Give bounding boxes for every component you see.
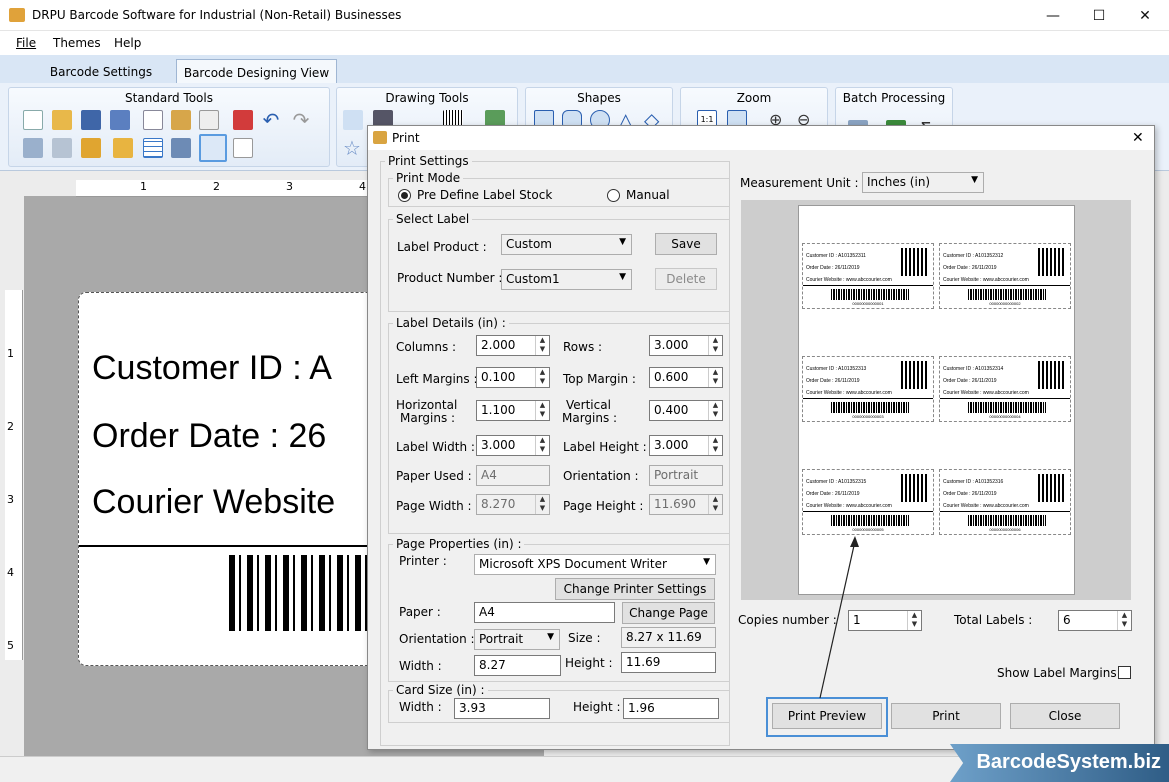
title-bar: DRPU Barcode Software for Industrial (No… bbox=[0, 0, 1169, 31]
label-text-customer-id[interactable]: Customer ID : A bbox=[92, 349, 332, 388]
menu-help[interactable]: Help bbox=[114, 36, 141, 50]
group-title: Zoom bbox=[736, 91, 772, 105]
star-tool-icon[interactable]: ☆ bbox=[343, 138, 363, 158]
ruler-mark: 2 bbox=[7, 420, 14, 433]
cut-icon[interactable] bbox=[199, 110, 219, 130]
ruler-mark: 1 bbox=[140, 180, 147, 193]
close-window-button[interactable]: ✕ bbox=[1122, 0, 1168, 31]
ruler-mark: 3 bbox=[286, 180, 293, 193]
ruler-mark: 2 bbox=[213, 180, 220, 193]
maximize-button[interactable]: ☐ bbox=[1076, 0, 1122, 31]
print-icon[interactable] bbox=[199, 134, 227, 162]
standard-tools-group: Standard Tools ↶ ↷ bbox=[8, 87, 330, 167]
print-dialog: Print ✕ Print Settings Print Mode Pre De… bbox=[367, 125, 1155, 750]
label-text-order-date[interactable]: Order Date : 26 bbox=[92, 417, 326, 456]
copy-icon[interactable] bbox=[143, 110, 163, 130]
annotation-arrow bbox=[819, 536, 859, 699]
new-icon[interactable] bbox=[23, 110, 43, 130]
group-title: Drawing Tools bbox=[385, 91, 469, 105]
label-barcode[interactable] bbox=[229, 555, 377, 631]
delete-icon[interactable] bbox=[233, 110, 253, 130]
tab-barcode-designing-view[interactable]: Barcode Designing View bbox=[176, 59, 337, 83]
text-tool-icon[interactable] bbox=[343, 110, 363, 130]
vertical-ruler: 1 2 3 4 5 bbox=[5, 290, 23, 660]
export-icon[interactable] bbox=[233, 138, 253, 158]
menu-bar: File Themes Help bbox=[0, 31, 1169, 55]
menu-themes[interactable]: Themes bbox=[53, 36, 101, 50]
open-icon[interactable] bbox=[52, 110, 72, 130]
tab-bar: Barcode Settings Barcode Designing View bbox=[0, 55, 1169, 83]
group-title: Standard Tools bbox=[125, 91, 213, 105]
horizontal-ruler: 1 2 3 4 bbox=[76, 180, 376, 197]
group-title: Shapes bbox=[577, 91, 621, 105]
ruler-mark: 4 bbox=[7, 566, 14, 579]
ruler-mark: 1 bbox=[7, 347, 14, 360]
divider-line bbox=[79, 545, 377, 547]
menu-file[interactable]: File bbox=[16, 36, 36, 50]
save-as-icon[interactable] bbox=[110, 110, 130, 130]
minimize-button[interactable]: — bbox=[1030, 0, 1076, 31]
properties-icon[interactable] bbox=[171, 138, 191, 158]
brand-banner: BarcodeSystem.biz bbox=[950, 744, 1169, 782]
ruler-mark: 4 bbox=[359, 180, 366, 193]
label-canvas[interactable]: Customer ID : A Order Date : 26 Courier … bbox=[78, 292, 378, 666]
window-title: DRPU Barcode Software for Industrial (No… bbox=[32, 8, 402, 22]
grid-icon[interactable] bbox=[143, 138, 163, 158]
bring-front-icon[interactable] bbox=[23, 138, 43, 158]
save-icon[interactable] bbox=[81, 110, 101, 130]
unlock-icon[interactable] bbox=[113, 138, 133, 158]
label-text-courier-website[interactable]: Courier Website bbox=[92, 483, 335, 522]
paste-icon[interactable] bbox=[171, 110, 191, 130]
send-back-icon[interactable] bbox=[52, 138, 72, 158]
app-icon bbox=[9, 8, 25, 22]
redo-icon[interactable]: ↷ bbox=[291, 110, 311, 130]
group-title: Batch Processing bbox=[842, 91, 946, 105]
ruler-mark: 5 bbox=[7, 639, 14, 652]
undo-icon[interactable]: ↶ bbox=[261, 110, 281, 130]
ruler-mark: 3 bbox=[7, 493, 14, 506]
lock-icon[interactable] bbox=[81, 138, 101, 158]
tab-barcode-settings[interactable]: Barcode Settings bbox=[43, 59, 159, 83]
